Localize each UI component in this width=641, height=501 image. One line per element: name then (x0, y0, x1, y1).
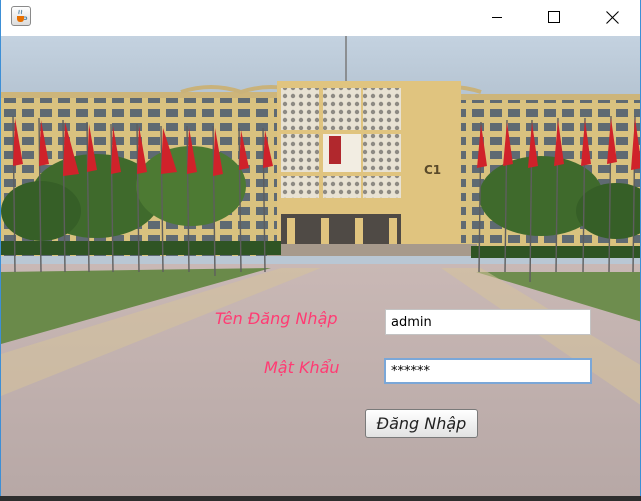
background-image: C1 (1, 36, 640, 496)
close-icon (605, 10, 619, 24)
close-button[interactable] (589, 0, 635, 34)
title-bar[interactable] (1, 0, 640, 36)
username-label: Tên Đăng Nhập (215, 309, 338, 328)
bottom-strip (0, 496, 641, 501)
login-button[interactable]: Đăng Nhập (365, 409, 478, 438)
password-label: Mật Khẩu (264, 358, 340, 377)
password-input[interactable] (384, 358, 592, 384)
building-sign: C1 (424, 163, 441, 177)
app-window: C1 Tên Đăng Nhập admin Mật Khẩu ****** Đ… (0, 0, 641, 501)
maximize-icon (548, 11, 560, 23)
java-coffee-cup-icon[interactable] (11, 6, 31, 26)
maximize-button[interactable] (531, 0, 577, 34)
form-panel: C1 (1, 36, 640, 496)
username-input[interactable] (385, 309, 591, 335)
minimize-icon (492, 17, 502, 18)
minimize-button[interactable] (474, 0, 520, 34)
